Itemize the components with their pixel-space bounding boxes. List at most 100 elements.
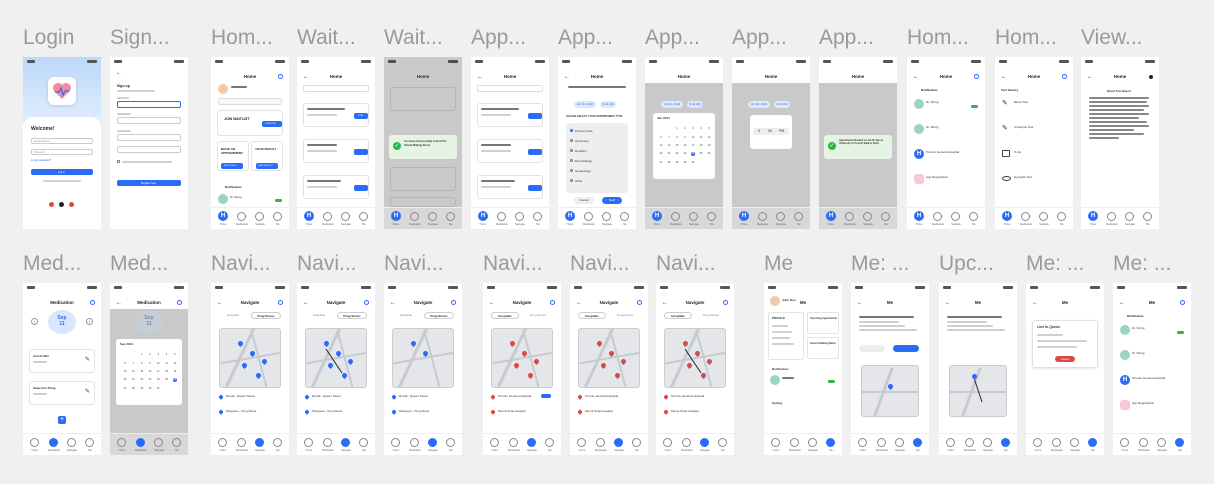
calendar-day[interactable]: 11 (699, 136, 703, 140)
nav-me-icon[interactable] (359, 438, 368, 447)
calendar-day[interactable]: 28 (667, 161, 671, 165)
calendar-day[interactable]: 27 (659, 161, 663, 165)
nav-medication-icon[interactable] (237, 212, 246, 221)
join-button[interactable] (354, 185, 368, 191)
calendar-day[interactable]: 3 (156, 353, 160, 357)
your-result-card[interactable]: YOUR RESULT VIEW RESULT (251, 141, 283, 171)
clinic-card-1[interactable] (477, 103, 543, 127)
calendar-day[interactable]: 31 (691, 161, 695, 165)
search-icon[interactable] (1062, 74, 1067, 79)
calendar-day[interactable]: 15 (140, 370, 144, 374)
calendar-day[interactable]: 13 (123, 370, 127, 374)
nav-medication-icon[interactable] (497, 212, 506, 221)
tab-drug-stores[interactable]: Drug Stores (696, 312, 726, 319)
back-icon[interactable]: ← (1119, 298, 1125, 308)
calendar-day[interactable]: 1 (140, 353, 144, 357)
nav-home-icon[interactable]: H (914, 211, 924, 221)
calendar-day[interactable]: 4 (165, 353, 169, 357)
calendar-day[interactable]: 26 (707, 152, 711, 156)
nav-me-icon[interactable] (1088, 438, 1097, 447)
calendar-day[interactable]: 10 (691, 136, 695, 140)
nav-navigate-icon[interactable] (67, 438, 76, 447)
time-chip[interactable]: 9:41 AM (774, 101, 790, 108)
view-result-button[interactable]: VIEW RESULT (256, 163, 278, 169)
leave-queue-button[interactable]: Leave (1055, 356, 1075, 362)
nav-navigate-icon[interactable] (602, 212, 611, 221)
nav-home-icon[interactable] (391, 438, 400, 447)
prev-day-button[interactable]: ‹ (31, 318, 38, 325)
profile-card[interactable]: PROFILE (768, 312, 804, 360)
facebook-login-icon[interactable] (69, 202, 74, 207)
name-field[interactable] (117, 101, 181, 108)
tab-drug-stores[interactable]: Drug Stores (337, 312, 367, 319)
nav-medication-icon[interactable] (410, 438, 419, 447)
date-chip[interactable]: Jul 10, 2024 (574, 101, 596, 108)
nav-medication-icon[interactable] (671, 212, 680, 221)
location-list-item[interactable]: Shoppers - King Street (218, 408, 281, 418)
location-pin-icon[interactable] (512, 361, 521, 370)
calendar-grid[interactable]: 1 2 3 4 5 6 7 8 9 10 11 12 13 14 15 16 17 18 19 20 21 22 23 24 2… (657, 125, 713, 175)
book-button[interactable] (528, 149, 542, 155)
calendar-day[interactable]: 7 (667, 136, 671, 140)
calendar-day[interactable]: 6 (123, 362, 127, 366)
location-list-item[interactable]: Rexall - Queen Street (391, 393, 454, 403)
location-pin-icon[interactable] (260, 357, 269, 366)
nav-home-icon[interactable] (663, 438, 672, 447)
calendar-day[interactable]: 2 (148, 353, 152, 357)
back-icon[interactable]: ← (1032, 298, 1038, 308)
calendar-day[interactable]: 30 (683, 161, 687, 165)
map-view[interactable] (305, 328, 367, 388)
nav-home-icon[interactable] (1033, 438, 1042, 447)
back-icon[interactable]: ← (857, 298, 863, 308)
nav-medication-icon[interactable] (877, 438, 886, 447)
test-item[interactable]: Urinalysis Test (1014, 125, 1033, 129)
nav-medication-icon[interactable] (933, 212, 942, 221)
back-icon[interactable]: ← (564, 72, 570, 82)
nav-medication-icon[interactable] (1052, 438, 1061, 447)
nav-home-icon[interactable]: H (1088, 211, 1098, 221)
medication-card-2[interactable]: Ibuprofen 50mg ✎ (29, 381, 95, 405)
nav-me-icon[interactable] (794, 212, 803, 221)
nav-navigate-icon[interactable] (863, 212, 872, 221)
nav-medication-icon[interactable] (845, 212, 854, 221)
cancel-appointment-button[interactable] (859, 345, 885, 352)
nav-medication-icon[interactable] (584, 212, 593, 221)
nav-navigate-icon[interactable] (515, 212, 524, 221)
calendar-grid[interactable]: 1 2 3 4 5 6 7 8 9 10 11 12 13 14 15 16 17 18 19 20 21 22 23 24 2… (121, 351, 179, 401)
type-option-gynecology[interactable]: Gynecology (570, 169, 591, 173)
calendar-day[interactable]: 14 (667, 144, 671, 148)
calendar-day[interactable]: 22 (675, 152, 679, 156)
nav-home-icon[interactable]: H (565, 211, 575, 221)
nav-medication-icon[interactable] (1021, 212, 1030, 221)
next-button[interactable]: Next (602, 197, 622, 204)
calendar-day[interactable]: 13 (659, 144, 663, 148)
location-list-item[interactable]: Mount Sinai Hospital (663, 408, 726, 418)
calendar-day[interactable]: 5 (173, 353, 177, 357)
tab-drug-stores[interactable]: Drug Stores (424, 312, 454, 319)
nav-home-icon[interactable]: H (218, 211, 228, 221)
forgot-password-link[interactable]: Forgot password? (31, 159, 51, 162)
nav-home-icon[interactable]: H (739, 211, 749, 221)
location-list-item[interactable]: Rexall - Queen Street (304, 393, 367, 403)
back-icon[interactable]: ← (390, 298, 396, 308)
map-view[interactable] (219, 328, 281, 388)
nav-me-icon[interactable] (707, 212, 716, 221)
calendar-day[interactable]: 4 (699, 127, 703, 131)
route-map[interactable] (949, 365, 1007, 417)
type-option-dermatology[interactable]: Dermatology (570, 159, 592, 163)
calendar-day[interactable]: 17 (691, 144, 695, 148)
calendar-day[interactable]: 20 (659, 152, 663, 156)
nav-home-icon[interactable] (304, 438, 313, 447)
join-now-button[interactable]: JOIN NOW (262, 121, 282, 127)
back-icon[interactable]: ← (116, 70, 122, 76)
tab-hospitals[interactable]: Hospitals (305, 312, 333, 319)
calendar-day[interactable]: 24 (691, 152, 695, 157)
location-pin-icon[interactable] (599, 361, 608, 370)
nav-navigate-icon[interactable] (154, 438, 163, 447)
nav-medication-icon[interactable] (1139, 438, 1148, 447)
calendar-day[interactable]: 30 (148, 387, 152, 391)
join-button[interactable]: JOIN (354, 113, 368, 119)
clinic-card-3[interactable] (477, 175, 543, 199)
location-list-item[interactable]: Rexall - Queen Street (218, 393, 281, 403)
back-icon[interactable]: ← (913, 72, 919, 82)
